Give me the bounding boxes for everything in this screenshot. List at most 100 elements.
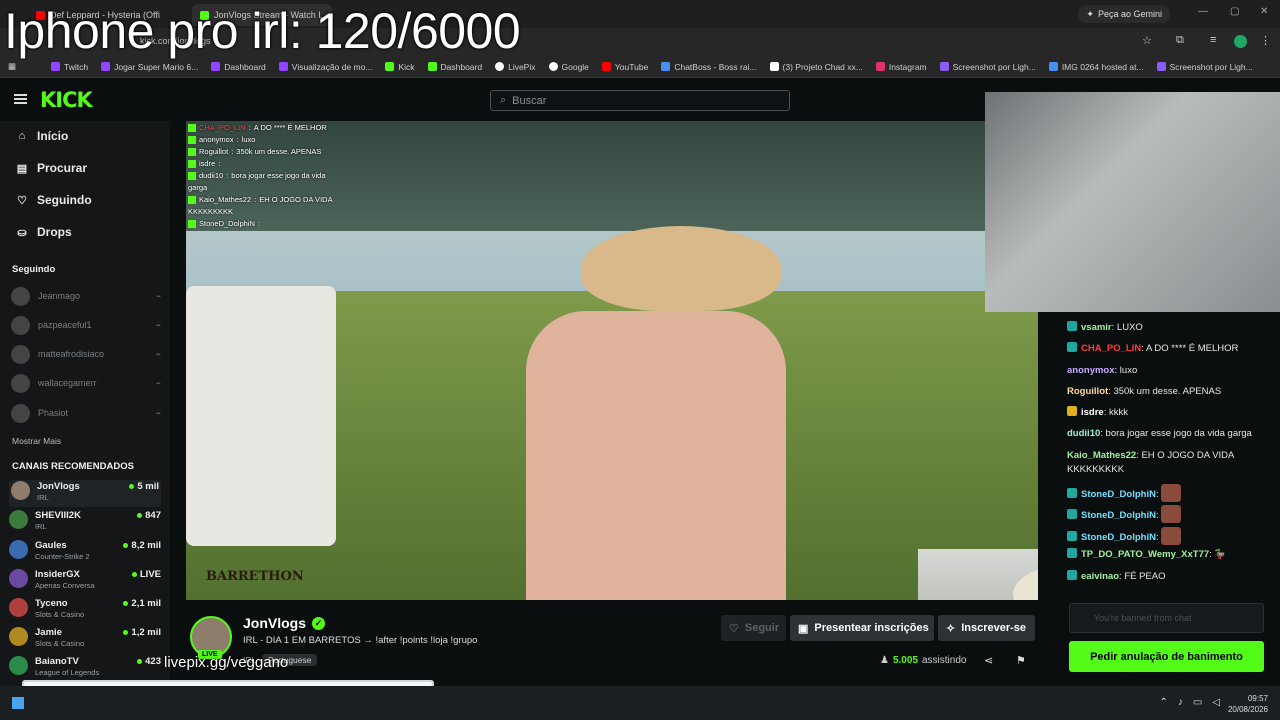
live-dot	[123, 630, 129, 635]
chevron-up-icon[interactable]: ⌃	[1159, 697, 1167, 708]
following-item[interactable]: Jeanmago ⌁	[11, 286, 161, 306]
sub-badge-icon	[1067, 548, 1077, 558]
browse-icon: ▤	[16, 162, 28, 175]
offline-icon: ⌁	[155, 290, 161, 301]
verified-icon: ✓	[312, 616, 326, 630]
subscribe-button[interactable]: ✧ Inscrever-se	[938, 615, 1035, 641]
bookmark-icon	[385, 62, 395, 71]
windows-start-icon[interactable]	[12, 697, 24, 709]
apps-icon[interactable]: ▦	[8, 61, 38, 72]
nav-following[interactable]: ♡ Seguindo	[16, 193, 92, 207]
chat-message: eaivinao: FÉ PEAO	[1067, 570, 1272, 584]
following-item[interactable]: matteafrodisiaco ⌁	[11, 344, 161, 364]
bookmark[interactable]: ChatBoss - Boss rai...	[661, 62, 757, 72]
avatar	[11, 373, 30, 393]
overlay-chat-line: Roguillot: 350k um desse. APENAS	[188, 147, 321, 156]
avatar	[9, 510, 28, 529]
recommended-channel[interactable]: InsiderGX Apenas Conversa LIVE	[9, 569, 161, 596]
badge-icon	[1067, 406, 1077, 416]
kick-badge-icon	[188, 195, 196, 204]
chat-message: dudii10: bora jogar esse jogo da vida ga…	[1067, 428, 1252, 439]
chat-message: CHA_PO_LIN: A DO **** É MELHOR	[1067, 342, 1272, 356]
gift-icon: ▣	[798, 622, 809, 635]
extensions-icon[interactable]: ⧉	[1176, 34, 1184, 47]
chat-message: TP_DO_PATO_Wemy_XxT77: 🦆	[1067, 548, 1272, 562]
taskbar	[0, 686, 1280, 720]
taskbar-clock[interactable]: 09:57 20/08/2026	[1228, 693, 1268, 715]
menu-icon[interactable]: ⋮	[1260, 34, 1271, 47]
gemini-button[interactable]: ✦ Peça ao Gemini	[1078, 5, 1170, 23]
bookmark[interactable]: Jogar Super Mario 6...	[101, 62, 198, 72]
show-more-link[interactable]: Mostrar Mais	[12, 436, 61, 446]
minimize-icon[interactable]: —	[1198, 6, 1208, 17]
avatar	[11, 344, 30, 364]
video-cowboy-hat	[581, 226, 781, 311]
bookmark[interactable]: Dashboard	[211, 62, 266, 72]
maximize-icon[interactable]: ▢	[1230, 6, 1239, 17]
avatar	[11, 286, 30, 306]
media-icon[interactable]: ≡	[1210, 34, 1216, 46]
livepix-overlay-text: livepix.gg/veggano	[164, 654, 289, 671]
bookmark[interactable]: Visualização de mo...	[278, 62, 372, 72]
gift-subs-button[interactable]: ▣ Presentear inscrições	[790, 615, 934, 641]
microphone-icon[interactable]: ♪	[1178, 697, 1183, 708]
hamburger-menu-icon[interactable]	[14, 94, 27, 104]
channel-name[interactable]: JonVlogs ✓	[243, 615, 326, 631]
recommended-header: CANAIS RECOMENDADOS	[12, 461, 134, 472]
bookmark[interactable]: IMG 0264 hosted at...	[1048, 62, 1144, 72]
bookmark-icon	[51, 62, 60, 71]
sub-badge-icon	[1067, 531, 1077, 541]
bookmark[interactable]: (3) Projeto Chad xx...	[769, 62, 863, 72]
bookmark-icon	[939, 62, 949, 71]
bookmark-icon	[211, 62, 221, 71]
bookmark[interactable]: Twitch	[51, 62, 88, 72]
offline-icon: ⌁	[155, 377, 161, 388]
search-input[interactable]: ⌕ Buscar	[490, 90, 790, 111]
video-player[interactable]: BARRETHON CHA_PO_LIN: A DO **** É MELHOR…	[186, 121, 1038, 600]
following-item[interactable]: pazpeaceful1 ⌁	[11, 315, 161, 335]
follow-button[interactable]: ♡ Seguir	[721, 615, 786, 641]
overlay-chat-line: StoneD_DolphiN:	[188, 219, 263, 228]
nav-home[interactable]: ⌂ Início	[16, 129, 69, 143]
bookmark[interactable]: LivePix	[495, 62, 536, 72]
sparkle-icon: ✦	[1086, 8, 1094, 19]
share-icon[interactable]: ⋖	[984, 654, 993, 667]
stream-brand-logo: BARRETHON	[206, 569, 304, 584]
recommended-channel[interactable]: SHEVIII2K IRL 847	[9, 510, 161, 537]
chat-message: isdre: kkkk	[1067, 406, 1272, 420]
recommended-channel[interactable]: Gaules Counter-Strike 2 8,2 mil	[9, 540, 161, 567]
nav-browse[interactable]: ▤ Procurar	[16, 161, 87, 175]
nav-drops[interactable]: ⛀ Drops	[16, 225, 71, 239]
kick-logo[interactable]: KICK	[40, 88, 93, 112]
users-icon: ♟	[880, 655, 889, 666]
bookmark[interactable]: Dashboard	[427, 62, 482, 72]
chat-input[interactable]: You're banned from chat	[1069, 603, 1264, 633]
bookmark-icon	[101, 62, 111, 71]
unban-request-button[interactable]: Pedir anulação de banimento	[1069, 641, 1264, 672]
bookmark[interactable]: Google	[548, 62, 589, 72]
recommended-channel[interactable]: JonVlogs IRL 5 mil	[9, 480, 161, 507]
recommended-channel[interactable]: Jamie Slots & Casino 1,2 mil	[9, 627, 161, 654]
bookmark[interactable]: Screenshot por Ligh...	[1156, 62, 1253, 72]
volume-icon[interactable]: ◁	[1212, 697, 1220, 708]
bookmark-icon	[427, 62, 437, 71]
bookmark[interactable]: Screenshot por Ligh...	[939, 62, 1036, 72]
star-icon[interactable]: ☆	[1142, 34, 1152, 47]
overlay-chat-line: dudii10: bora jogar esse jogo da vida	[188, 171, 326, 180]
chat-message: anonymox: luxo	[1067, 365, 1138, 376]
close-icon[interactable]: ✕	[1260, 6, 1268, 17]
bookmark[interactable]: Kick	[385, 62, 415, 72]
recommended-channel[interactable]: Tyceno Slots & Casino 2,1 mil	[9, 598, 161, 625]
video-person	[526, 311, 786, 600]
network-icon[interactable]: ▭	[1193, 697, 1202, 708]
offline-icon: ⌁	[155, 319, 161, 330]
bookmark[interactable]: YouTube	[601, 62, 648, 72]
profile-avatar[interactable]	[1234, 35, 1247, 48]
kick-badge-icon	[188, 147, 196, 156]
report-icon[interactable]: ⚑	[1016, 654, 1026, 667]
recommended-channel[interactable]: BaianoTV League of Legends 423	[9, 656, 161, 683]
following-item[interactable]: wallacegamerr ⌁	[11, 373, 161, 393]
following-item[interactable]: Phasiot ⌁	[11, 403, 161, 423]
bookmark[interactable]: Instagram	[875, 62, 927, 72]
chat-message: Kaio_Mathes22: EH O JOGO DA VIDA KKKKKKK…	[1067, 450, 1234, 475]
